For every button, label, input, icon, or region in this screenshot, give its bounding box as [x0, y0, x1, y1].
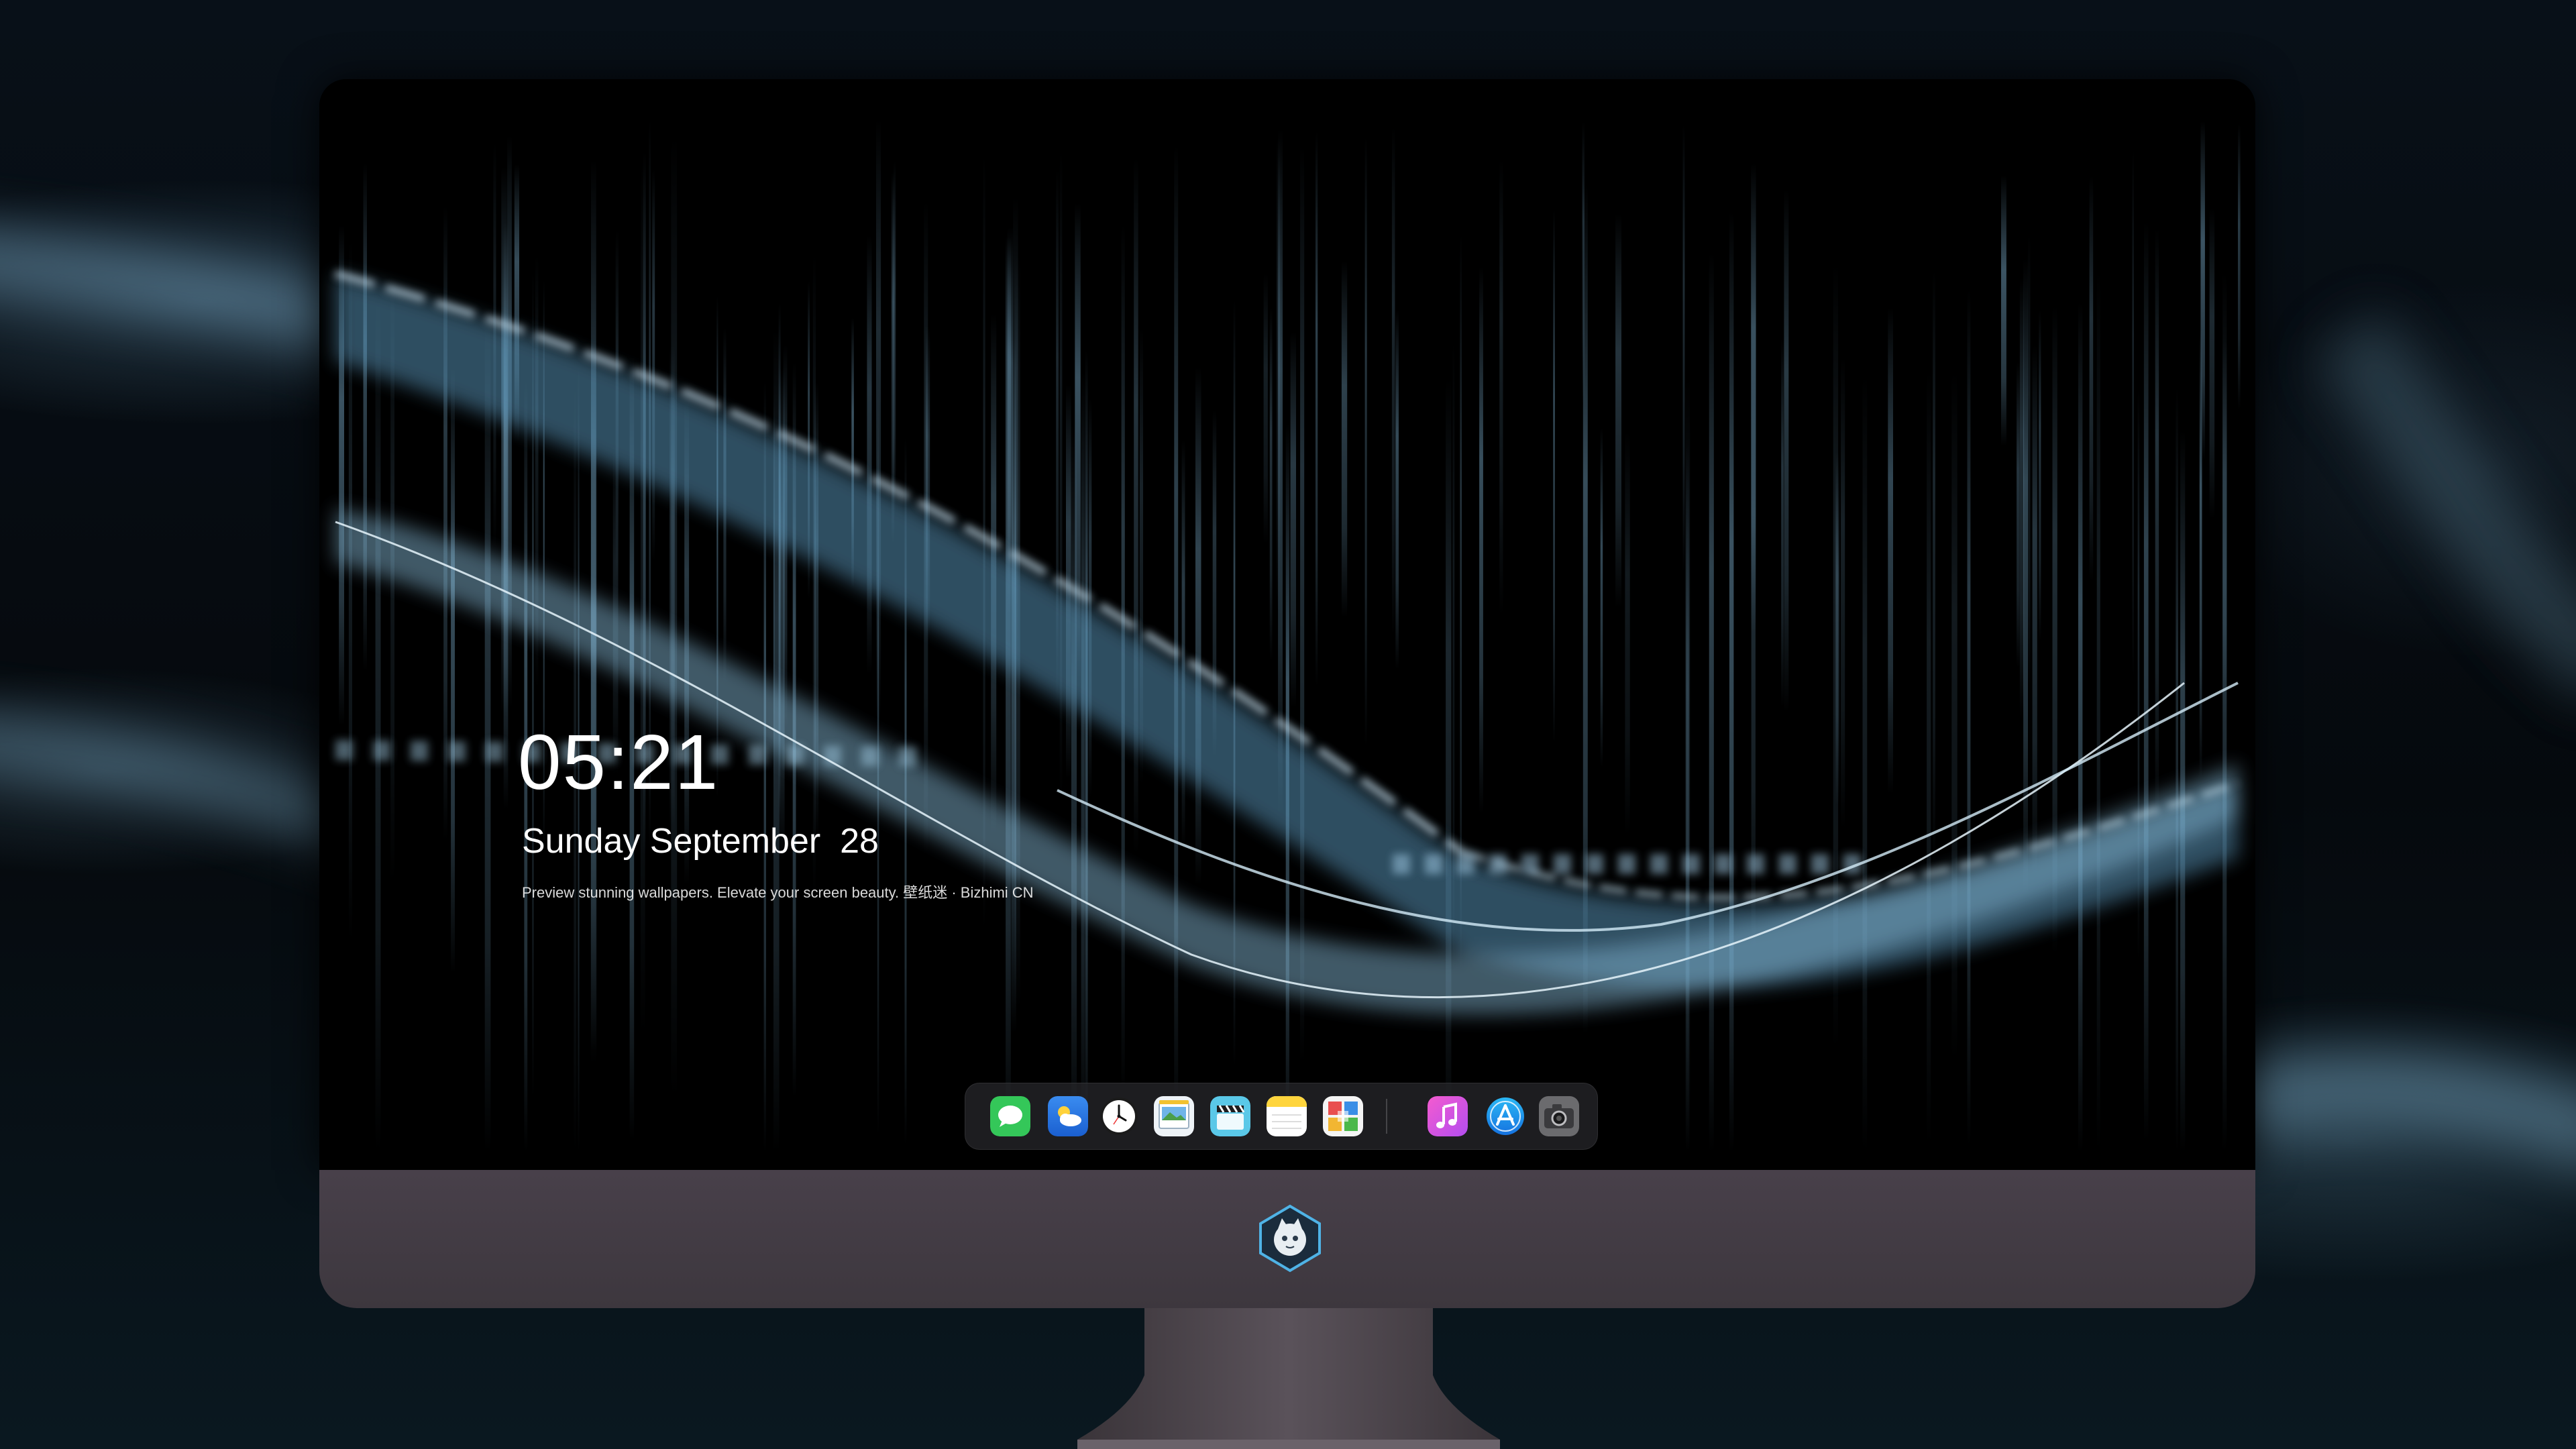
wallpaper-streak: [2039, 310, 2041, 641]
wallpaper-streak: [2032, 345, 2037, 877]
wallpaper-streak: [640, 164, 645, 1036]
monitor-chin: [319, 1170, 2255, 1308]
wallpaper-streak: [1006, 235, 1011, 1152]
monitor-stand: [1077, 1308, 1500, 1449]
wallpaper-streak: [1181, 439, 1185, 848]
screen: 05:21 Sunday September 28 Preview stunni…: [319, 79, 2255, 1170]
music-icon[interactable]: [1428, 1096, 1468, 1136]
wallpaper-tagline: Preview stunning wallpapers. Elevate you…: [522, 884, 1034, 901]
wallpaper-streak: [1479, 266, 1483, 814]
wallpaper-streak: [867, 235, 872, 675]
wallpaper-streak: [1300, 146, 1305, 1063]
wallpaper-streak: [1263, 273, 1268, 545]
wallpaper-streak: [652, 169, 655, 561]
wallpaper-streak: [1085, 349, 1088, 1152]
wallpaper-streak: [1195, 367, 1201, 885]
app-store-icon[interactable]: [1485, 1096, 1525, 1136]
wallpaper-streak: [2176, 387, 2178, 1152]
wallpaper-streak: [2001, 175, 2006, 446]
photo-grid-icon[interactable]: [1323, 1096, 1363, 1136]
wallpaper-streak: [1364, 137, 1367, 747]
wallpaper-streak: [876, 119, 881, 720]
wallpaper-streak: [1862, 375, 1868, 1153]
wallpaper-streak: [1709, 252, 1714, 1152]
wallpaper-streak: [1174, 144, 1179, 1131]
messages-icon[interactable]: [990, 1096, 1030, 1136]
wallpaper-streak: [1553, 209, 1555, 743]
wallpaper-streak: [443, 205, 447, 841]
wallpaper-streak: [1391, 127, 1395, 635]
preview-icon[interactable]: [1154, 1096, 1194, 1136]
dock-divider: [1386, 1099, 1387, 1134]
lock-date: Sunday September 28: [522, 822, 879, 861]
wallpaper-streak: [1784, 189, 1789, 713]
wallpaper-streak: [1081, 371, 1085, 1152]
wallpaper-streak: [484, 321, 491, 1152]
wallpaper-streak: [2200, 121, 2205, 460]
wallpaper-streak: [1059, 150, 1063, 802]
wallpaper-streak: [1841, 356, 1845, 829]
wallpaper-streak: [1951, 371, 1957, 1061]
weather-icon[interactable]: [1048, 1096, 1088, 1136]
wallpaper-streak: [1835, 451, 1839, 805]
wallpaper-streak: [451, 368, 455, 973]
wallpaper-streak: [1927, 370, 1931, 1145]
wallpaper-streak: [363, 163, 367, 672]
wallpaper-streak: [1615, 213, 1621, 608]
desktop-stage: 05:21 Sunday September 28 Preview stunni…: [0, 0, 2576, 1449]
camera-icon[interactable]: [1539, 1096, 1579, 1136]
wallpaper-streak: [1967, 288, 1971, 1146]
clock-icon[interactable]: [1099, 1096, 1139, 1136]
wallpaper-streak: [1134, 158, 1138, 854]
wallpaper-streak: [1341, 260, 1348, 619]
wallpaper-streak: [2132, 149, 2134, 678]
wallpaper-streak: [1499, 159, 1503, 615]
wallpaper-streak: [1395, 309, 1399, 669]
wallpaper-streak: [1781, 338, 1784, 707]
wallpaper-streak: [1682, 123, 1685, 574]
wallpaper-streak: [2089, 175, 2094, 582]
wallpaper: [319, 79, 2255, 1170]
wallpaper-streak: [1278, 129, 1283, 814]
wallpaper-streak: [2155, 228, 2159, 820]
dock: [965, 1083, 1598, 1150]
wallpaper-streak: [1290, 331, 1296, 708]
clapperboard-icon[interactable]: [1210, 1096, 1250, 1136]
wallpaper-streak: [2017, 361, 2020, 668]
wallpaper-streak: [375, 299, 381, 1153]
wallpaper-streak: [1316, 131, 1318, 687]
wallpaper-streak: [1446, 378, 1452, 1152]
wallpaper-streak: [2096, 270, 2100, 1152]
wallpaper-streak: [2078, 302, 2083, 1152]
wallpaper-streak: [2027, 235, 2031, 686]
wallpaper-streak: [1933, 270, 1935, 863]
wallpaper-streak: [2238, 124, 2241, 410]
wallpaper-streak: [2143, 221, 2149, 1142]
brand-logo-icon: [1259, 1204, 1321, 1273]
wallpaper-streak: [1625, 431, 1630, 836]
wallpaper-streak: [1269, 307, 1273, 661]
wallpaper-streak: [1729, 211, 1734, 1152]
notes-icon[interactable]: [1267, 1096, 1307, 1136]
wallpaper-streak: [1888, 307, 1893, 794]
wallpaper-streak: [1600, 427, 1603, 767]
wallpaper-streak: [2209, 208, 2215, 519]
wallpaper-streak: [2222, 340, 2227, 722]
imac-monitor: 05:21 Sunday September 28 Preview stunni…: [319, 79, 2255, 1449]
lock-clock: 05:21: [518, 718, 720, 806]
wallpaper-streak: [1685, 378, 1690, 1152]
wallpaper-streak: [503, 221, 508, 810]
